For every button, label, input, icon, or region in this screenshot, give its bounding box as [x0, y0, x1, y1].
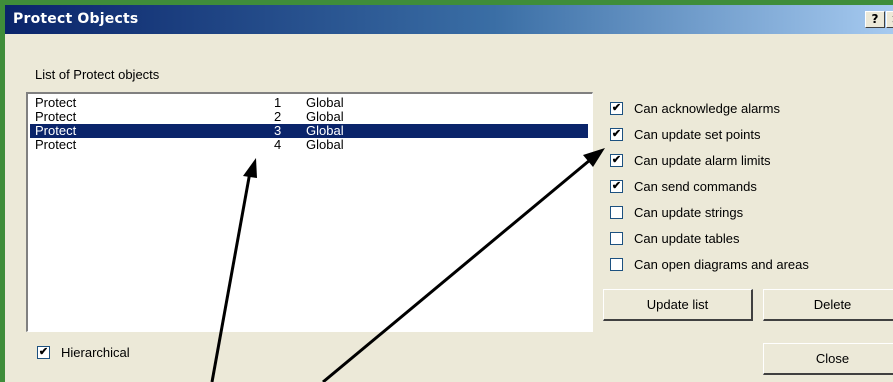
checkbox-box[interactable] [610, 232, 623, 245]
list-item-number: 1 [274, 95, 282, 110]
update-list-button[interactable]: Update list [603, 289, 753, 321]
list-item[interactable]: Protect 2 Global [30, 110, 588, 124]
checkbox-label: Can update alarm limits [634, 153, 771, 168]
list-item-scope: Global [306, 109, 344, 124]
list-item-scope: Global [306, 95, 344, 110]
list-item-selected[interactable]: Protect 3 Global [30, 124, 588, 138]
checkbox-label: Can acknowledge alarms [634, 101, 780, 116]
checkbox-label: Can update set points [634, 127, 761, 142]
checkbox-box[interactable]: ✔ [610, 154, 623, 167]
list-item-name: Protect [35, 109, 77, 124]
delete-button[interactable]: Delete [763, 289, 893, 321]
checkbox-box[interactable]: ✔ [610, 128, 623, 141]
protect-objects-dialog: Protect Objects ? × List of Protect obje… [5, 5, 893, 382]
help-button[interactable]: ? [865, 11, 885, 28]
list-item[interactable]: Protect 4 Global [30, 138, 588, 152]
title-bar[interactable]: Protect Objects ? × [5, 5, 893, 34]
protect-objects-listbox[interactable]: Protect 1 Global Protect 2 Global Protec… [26, 92, 593, 332]
list-item-scope: Global [306, 123, 344, 138]
list-item-name: Protect [35, 95, 77, 110]
list-item-name: Protect [35, 137, 77, 152]
checkbox-label: Can update tables [634, 231, 740, 246]
checkbox-box[interactable] [610, 206, 623, 219]
close-window-button[interactable]: × [886, 11, 893, 28]
list-item-number: 3 [274, 123, 282, 138]
list-item-number: 2 [274, 109, 282, 124]
close-button[interactable]: Close [763, 343, 893, 375]
list-label: List of Protect objects [35, 67, 160, 82]
list-item-name: Protect [35, 123, 77, 138]
list-item[interactable]: Protect 1 Global [30, 96, 588, 110]
checkbox-box[interactable] [610, 258, 623, 271]
checkbox-box[interactable]: ✔ [610, 180, 623, 193]
checkbox-label: Hierarchical [61, 345, 130, 360]
window-title: Protect Objects [13, 11, 139, 27]
list-item-number: 4 [274, 137, 282, 152]
checkbox-label: Can update strings [634, 205, 744, 220]
checkbox-box[interactable]: ✔ [610, 102, 623, 115]
checkbox-label: Can open diagrams and areas [634, 257, 809, 272]
checkbox-label: Can send commands [634, 179, 757, 194]
list-item-scope: Global [306, 137, 344, 152]
checkbox-box[interactable]: ✔ [37, 346, 50, 359]
